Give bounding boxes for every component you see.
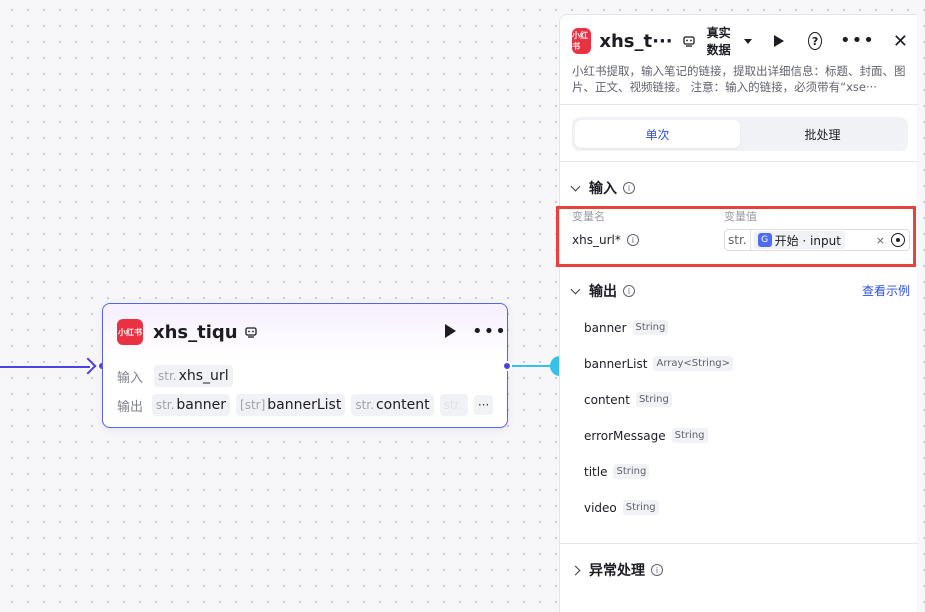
- node-output-tag-faded: str.: [439, 394, 469, 416]
- xiaohongshu-logo: 小红书: [117, 319, 143, 345]
- target-icon[interactable]: [891, 233, 905, 247]
- view-example-link[interactable]: 查看示例: [862, 282, 910, 299]
- chevron-down-icon: [744, 38, 753, 44]
- xhs-tiqu-node[interactable]: 小红书 xhs_tiqu 输入 str. xhs_url 输出 str. banne…: [102, 303, 508, 428]
- xiaohongshu-logo: 小红书: [572, 28, 592, 54]
- output-item: video String: [584, 500, 659, 515]
- column-var-name: 变量名: [572, 210, 605, 223]
- node-title: xhs_tiqu: [153, 321, 238, 343]
- more-icon[interactable]: •••: [840, 32, 875, 50]
- data-mode-dropdown[interactable]: 真实数据: [707, 24, 753, 58]
- info-icon: i: [623, 285, 635, 297]
- node-run-button[interactable]: [445, 324, 456, 338]
- incoming-edge: [0, 366, 90, 368]
- panel-title: xhs_t···: [599, 30, 673, 52]
- incoming-edge-arrow: [79, 357, 97, 375]
- panel-header: 小红书 xhs_t··· 真实数据 ? ••• ✕: [572, 24, 908, 58]
- node-output-label: 输出: [117, 399, 144, 415]
- output-item: banner String: [584, 320, 669, 335]
- help-icon[interactable]: ?: [808, 32, 823, 50]
- error-handling-toggle[interactable]: 异常处理 i: [570, 560, 663, 580]
- output-section-toggle[interactable]: 输出 i: [570, 281, 635, 301]
- divider: [560, 543, 918, 544]
- node-input-row: 输入 str. xhs_url: [103, 363, 507, 389]
- start-node-icon: G: [757, 233, 772, 247]
- divider: [560, 161, 918, 162]
- variable-reference-chip[interactable]: G 开始 · input: [753, 231, 845, 249]
- divider: [560, 104, 918, 105]
- plugin-icon: [244, 325, 258, 339]
- column-var-value: 变量值: [724, 210, 757, 223]
- output-item: content String: [584, 392, 672, 407]
- chevron-down-icon: [570, 181, 581, 191]
- close-icon[interactable]: ✕: [893, 31, 908, 52]
- tab-batch[interactable]: 批处理: [740, 120, 905, 148]
- node-output-row: 输出 str. banner [str] bannerList str. conten…: [103, 392, 507, 418]
- tab-single[interactable]: 单次: [575, 120, 740, 148]
- plugin-icon: [682, 34, 695, 48]
- input-var-name: xhs_url* i: [572, 233, 639, 247]
- chevron-right-icon: [570, 565, 581, 575]
- input-section-title: 输入: [589, 181, 617, 197]
- node-more-icon[interactable]: •••: [472, 323, 507, 341]
- info-icon: i: [623, 182, 635, 194]
- node-input-label: 输入: [117, 370, 144, 386]
- plugin-description: 小红书提取，输入笔记的链接，提取出详细信息：标题、封面、图片、正文、视频链接。 …: [572, 64, 906, 94]
- input-section-toggle[interactable]: 输入 i: [570, 178, 635, 198]
- error-section-title: 异常处理: [589, 563, 645, 579]
- more-outputs-button[interactable]: ···: [474, 395, 493, 415]
- run-icon[interactable]: [774, 35, 785, 47]
- chevron-down-icon: [570, 284, 581, 294]
- node-output-tag: str. banner: [151, 394, 231, 416]
- output-section-title: 输出: [589, 284, 617, 300]
- info-icon: i: [626, 234, 639, 246]
- input-var-value-field[interactable]: str. G 开始 · input ×: [724, 229, 910, 251]
- node-output-port[interactable]: [502, 361, 512, 371]
- output-item: bannerList Array<String>: [584, 356, 734, 371]
- output-item: title String: [584, 464, 650, 479]
- info-icon: i: [651, 564, 663, 576]
- var-type: str.: [725, 230, 751, 250]
- node-test-panel: 小红书 xhs_t··· 真实数据 ? ••• ✕ 小红书提取，输入笔记的链接，…: [556, 14, 918, 612]
- node-output-tag: [str] bannerList: [236, 394, 346, 416]
- run-mode-tabs: 单次 批处理: [572, 117, 908, 151]
- output-item: errorMessage String: [584, 428, 708, 443]
- node-input-tag: str. xhs_url: [154, 365, 233, 387]
- clear-icon[interactable]: ×: [876, 234, 885, 247]
- node-output-tag: str. content: [351, 394, 434, 416]
